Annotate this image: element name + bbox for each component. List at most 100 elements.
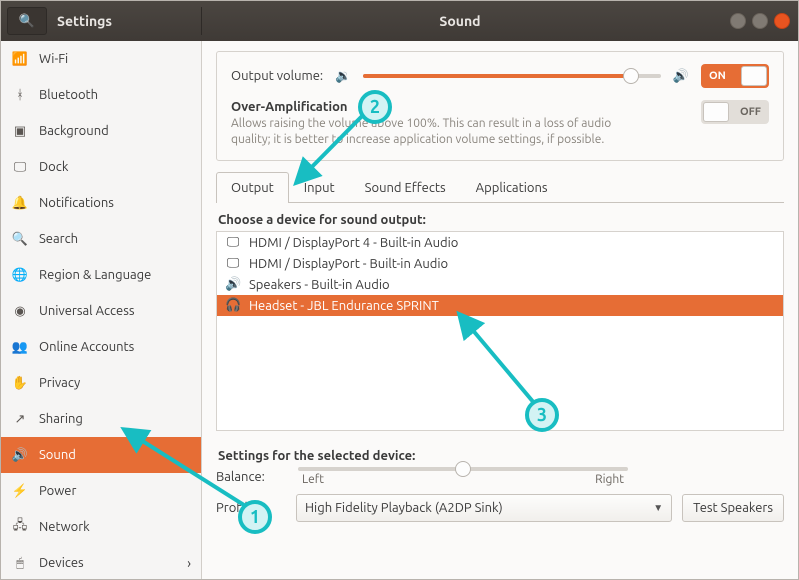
sidebar-item-label: Universal Access — [39, 304, 191, 318]
maximize-button[interactable] — [752, 13, 768, 29]
profile-value: High Fidelity Playback (A2DP Sink) — [305, 501, 503, 515]
sidebar-item-label: Region & Language — [39, 268, 191, 282]
search-icon-button[interactable]: 🔍 — [7, 7, 47, 35]
sidebar-icon: 📶 — [11, 52, 29, 67]
output-device-item[interactable]: 🔊 Speakers - Built-in Audio — [217, 274, 783, 295]
device-label: Headset - JBL Endurance SPRINT — [249, 299, 439, 313]
device-label: HDMI / DisplayPort - Built-in Audio — [249, 257, 448, 271]
sidebar-item-notifications[interactable]: 🔔 Notifications — [1, 185, 201, 221]
sidebar-icon: 🌐 — [11, 268, 29, 283]
profile-label: Profile: — [216, 501, 286, 515]
sidebar-item-label: Sharing — [39, 412, 191, 426]
sidebar-item-label: Power — [39, 484, 191, 498]
balance-left-label: Left — [302, 473, 324, 486]
profile-select[interactable]: High Fidelity Playback (A2DP Sink) ▼ — [296, 494, 672, 522]
sidebar-icon: ᚼ — [11, 88, 29, 102]
tab-output[interactable]: Output — [216, 172, 289, 203]
output-volume-slider[interactable] — [363, 74, 661, 78]
switch-off-label: OFF — [732, 106, 769, 118]
titlebar: 🔍 Settings Sound — [1, 1, 798, 41]
tabs: OutputInputSound EffectsApplications — [216, 171, 784, 203]
output-volume-switch[interactable]: ON — [701, 64, 769, 88]
sidebar-icon: 👥 — [11, 340, 29, 355]
speaker-loud-icon: 🔊 — [673, 69, 689, 84]
sidebar-icon: ⚡ — [11, 484, 29, 499]
sound-tabs-section: OutputInputSound EffectsApplications Cho… — [216, 171, 784, 565]
sidebar-item-online-accounts[interactable]: 👥 Online Accounts — [1, 329, 201, 365]
sidebar-icon: 🖱 — [11, 556, 29, 571]
sidebar-item-background[interactable]: ▣ Background — [1, 113, 201, 149]
switch-on-label: ON — [701, 70, 734, 82]
settings-app-title: Settings — [57, 13, 112, 29]
sidebar-icon: 🔔 — [11, 196, 29, 211]
output-volume-panel: Output volume: 🔉 🔊 ON Over-Amplification — [216, 51, 784, 161]
sidebar-item-label: Network — [39, 520, 191, 534]
sidebar-item-label: Dock — [39, 160, 191, 174]
sidebar-item-dock[interactable]: 🖵 Dock — [1, 149, 201, 185]
speaker-icon: 🔉 — [335, 69, 351, 84]
sidebar-icon: ↗ — [11, 412, 29, 427]
output-device-item[interactable]: 🖵 HDMI / DisplayPort 4 - Built-in Audio — [217, 232, 783, 253]
tab-applications[interactable]: Applications — [461, 172, 563, 203]
sidebar-item-label: Notifications — [39, 196, 191, 210]
search-icon: 🔍 — [19, 14, 35, 29]
balance-slider[interactable] — [298, 467, 628, 471]
sidebar-item-network[interactable]: 🖧 Network — [1, 509, 201, 545]
sidebar-item-label: Wi-Fi — [39, 52, 191, 66]
content: Output volume: 🔉 🔊 ON Over-Amplification — [202, 41, 798, 579]
sidebar-item-sound[interactable]: 🔊 Sound — [1, 437, 201, 473]
sidebar-item-label: Bluetooth — [39, 88, 191, 102]
tab-sound-effects[interactable]: Sound Effects — [350, 172, 461, 203]
window-controls — [718, 13, 798, 29]
sidebar-item-label: Devices — [39, 556, 177, 570]
sidebar-item-region-language[interactable]: 🌐 Region & Language — [1, 257, 201, 293]
balance-label: Balance: — [216, 470, 286, 484]
chevron-right-icon: › — [187, 555, 191, 571]
sidebar-item-label: Online Accounts — [39, 340, 191, 354]
output-volume-label: Output volume: — [231, 69, 323, 83]
device-icon: 🎧 — [225, 298, 241, 313]
test-speakers-button[interactable]: Test Speakers — [682, 494, 784, 522]
sidebar-item-label: Background — [39, 124, 191, 138]
titlebar-left: 🔍 Settings — [1, 7, 202, 35]
sidebar-icon: ▣ — [11, 124, 29, 139]
output-device-list: 🖵 HDMI / DisplayPort 4 - Built-in Audio 🖵 H… — [216, 231, 784, 431]
sidebar-icon: ◉ — [11, 304, 29, 319]
test-speakers-label: Test Speakers — [693, 501, 773, 515]
balance-right-label: Right — [595, 473, 624, 486]
close-button[interactable] — [774, 13, 790, 29]
minimize-button[interactable] — [730, 13, 746, 29]
choose-device-title: Choose a device for sound output: — [218, 213, 782, 227]
sidebar-item-power[interactable]: ⚡ Power — [1, 473, 201, 509]
sidebar-icon: ✋ — [11, 376, 29, 391]
sidebar: 📶 Wi-Fi ᚼ Bluetooth ▣ Background 🖵 Dock 🔔 Notific… — [1, 41, 202, 579]
sidebar-item-label: Search — [39, 232, 191, 246]
sidebar-item-sharing[interactable]: ↗ Sharing — [1, 401, 201, 437]
sidebar-item-privacy[interactable]: ✋ Privacy — [1, 365, 201, 401]
sidebar-item-wi-fi[interactable]: 📶 Wi-Fi — [1, 41, 201, 77]
overamp-title: Over-Amplification — [231, 100, 691, 114]
sidebar-item-label: Privacy — [39, 376, 191, 390]
overamp-desc: Allows raising the volume above 100%. Th… — [231, 116, 651, 148]
device-label: HDMI / DisplayPort 4 - Built-in Audio — [249, 236, 458, 250]
sidebar-icon: 🖵 — [11, 160, 29, 175]
device-icon: 🖵 — [225, 235, 241, 250]
sidebar-item-bluetooth[interactable]: ᚼ Bluetooth — [1, 77, 201, 113]
chevron-down-icon: ▼ — [653, 502, 663, 514]
device-settings-title: Settings for the selected device: — [218, 449, 782, 463]
sidebar-icon: 🔊 — [11, 448, 29, 463]
page-title: Sound — [202, 13, 718, 29]
sidebar-item-label: Sound — [39, 448, 191, 462]
sidebar-item-devices[interactable]: 🖱 Devices › — [1, 545, 201, 579]
sidebar-icon: 🔍 — [11, 232, 29, 247]
overamp-switch[interactable]: OFF — [701, 100, 769, 124]
device-label: Speakers - Built-in Audio — [249, 278, 390, 292]
output-device-item[interactable]: 🎧 Headset - JBL Endurance SPRINT — [217, 295, 783, 316]
device-icon: 🔊 — [225, 277, 241, 292]
sidebar-icon: 🖧 — [11, 516, 29, 538]
device-icon: 🖵 — [225, 256, 241, 271]
tab-input[interactable]: Input — [289, 172, 350, 203]
sidebar-item-search[interactable]: 🔍 Search — [1, 221, 201, 257]
output-device-item[interactable]: 🖵 HDMI / DisplayPort - Built-in Audio — [217, 253, 783, 274]
sidebar-item-universal-access[interactable]: ◉ Universal Access — [1, 293, 201, 329]
